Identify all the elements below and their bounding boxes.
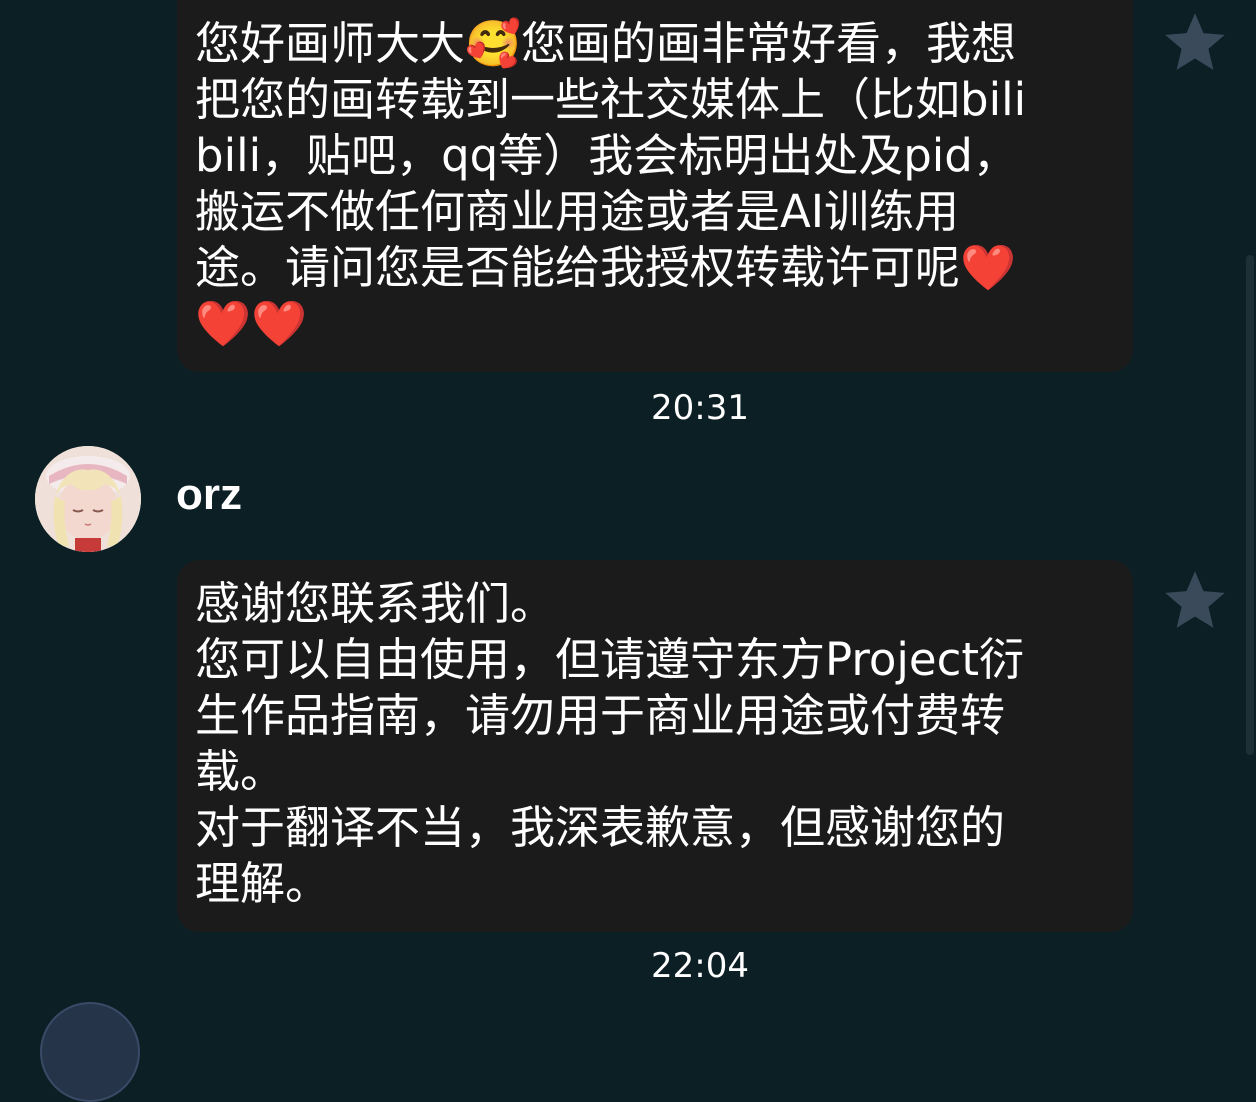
avatar[interactable] (35, 446, 141, 552)
message-text-2: 感谢您联系我们。 您可以自由使用，但请遵守东方Project衍 生作品指南，请勿… (195, 577, 1024, 910)
scrollbar[interactable] (1246, 255, 1254, 755)
message-bubble-2[interactable]: 感谢您联系我们。 您可以自由使用，但请遵守东方Project衍 生作品指南，请勿… (177, 560, 1133, 932)
star-icon[interactable] (1160, 566, 1230, 636)
star-icon[interactable] (1160, 8, 1230, 78)
message-text-1: 您好画师大大🥰您画的画非常好看，我想 把您的画转载到一些社交媒体上（比如bili… (195, 17, 1027, 350)
sender-name: orz (176, 470, 242, 519)
avatar[interactable] (40, 1002, 140, 1102)
message-timestamp-1: 20:31 (651, 388, 749, 428)
message-timestamp-2: 22:04 (651, 946, 749, 986)
message-bubble-1[interactable]: 您好画师大大🥰您画的画非常好看，我想 把您的画转载到一些社交媒体上（比如bili… (177, 0, 1133, 372)
avatar-image (35, 446, 141, 552)
